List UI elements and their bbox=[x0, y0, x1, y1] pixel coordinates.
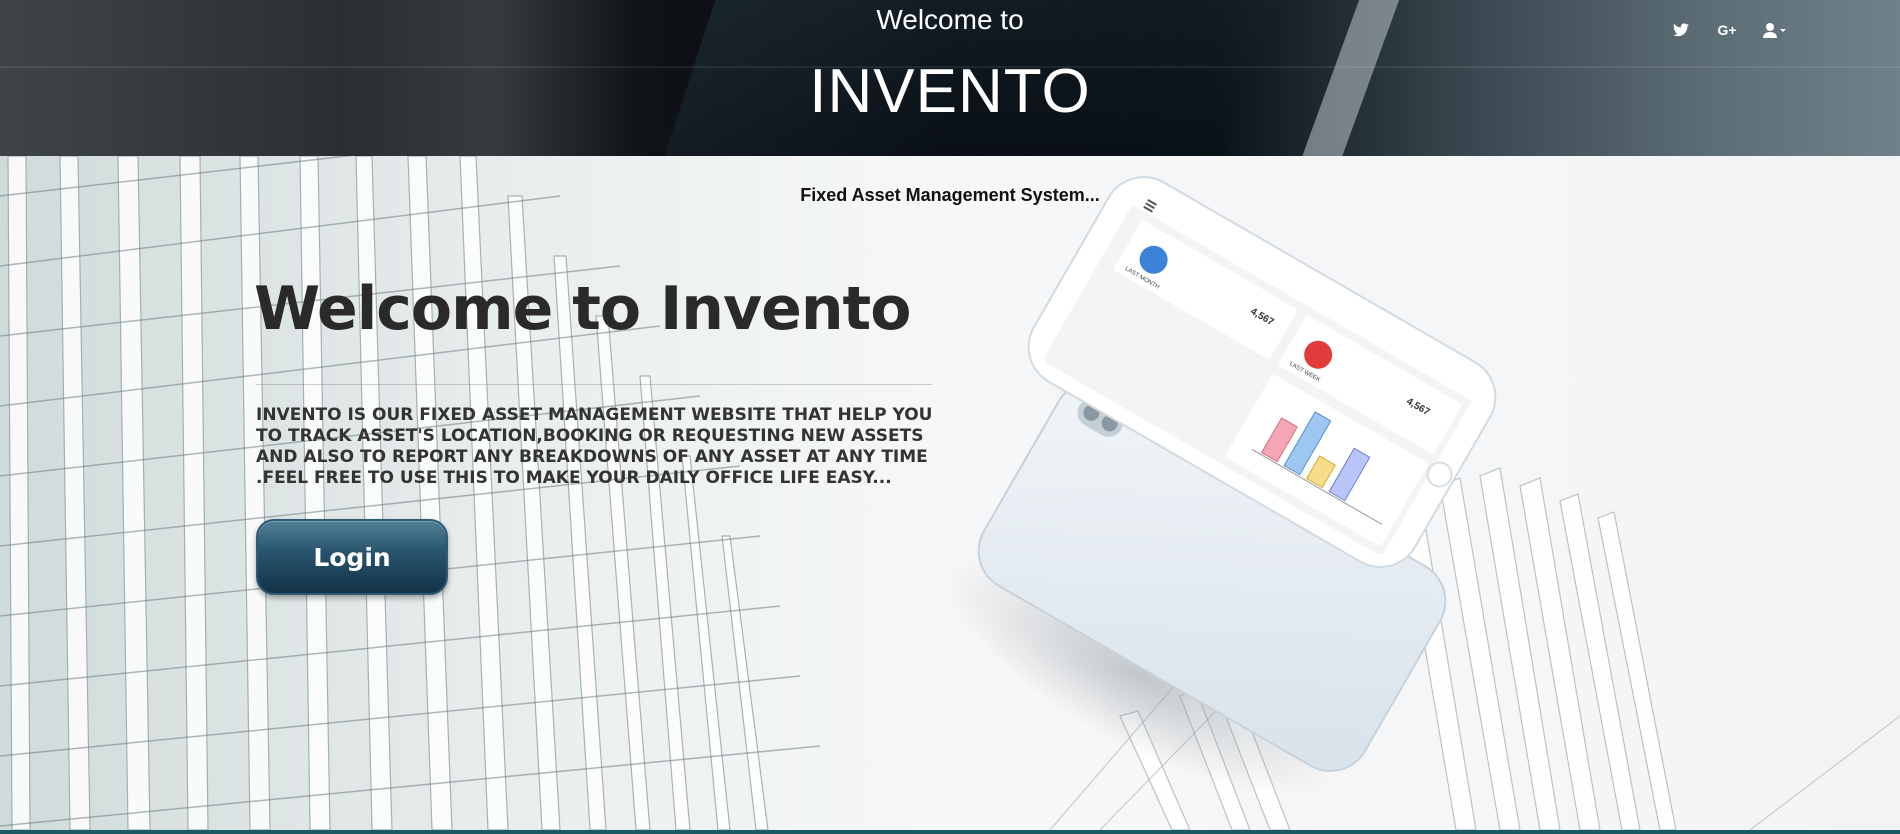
hero-section: 4,567 LAST MONTH 4,567 LAST WEEK bbox=[0, 156, 1900, 830]
card2-label: LAST WEEK bbox=[1288, 361, 1321, 383]
header-nav: G+ bbox=[1670, 18, 1900, 42]
google-plus-icon[interactable]: G+ bbox=[1714, 18, 1740, 42]
header-banner: Welcome to INVENTO G+ bbox=[0, 0, 1900, 156]
hero-title: Welcome to Invento bbox=[254, 274, 911, 344]
header-welcome-text: Welcome to bbox=[876, 4, 1024, 35]
bottom-accent-bar bbox=[0, 830, 1900, 834]
user-dropdown-icon[interactable] bbox=[1758, 18, 1792, 42]
login-button[interactable]: Login bbox=[256, 519, 448, 595]
twitter-icon[interactable] bbox=[1670, 18, 1692, 42]
card1-label: LAST MONTH bbox=[1124, 266, 1160, 290]
card1-value: 4,567 bbox=[1248, 306, 1276, 328]
hero-description: INVENTO IS OUR FIXED ASSET MANAGEMENT WE… bbox=[256, 405, 933, 488]
building-background bbox=[0, 156, 1900, 830]
phones-illustration: 4,567 LAST MONTH 4,567 LAST WEEK bbox=[942, 176, 1497, 797]
title-divider bbox=[256, 384, 932, 385]
hero-subtitle: Fixed Asset Management System... bbox=[800, 185, 1100, 205]
brand-title: INVENTO bbox=[809, 57, 1091, 126]
card2-value: 4,567 bbox=[1404, 396, 1432, 418]
